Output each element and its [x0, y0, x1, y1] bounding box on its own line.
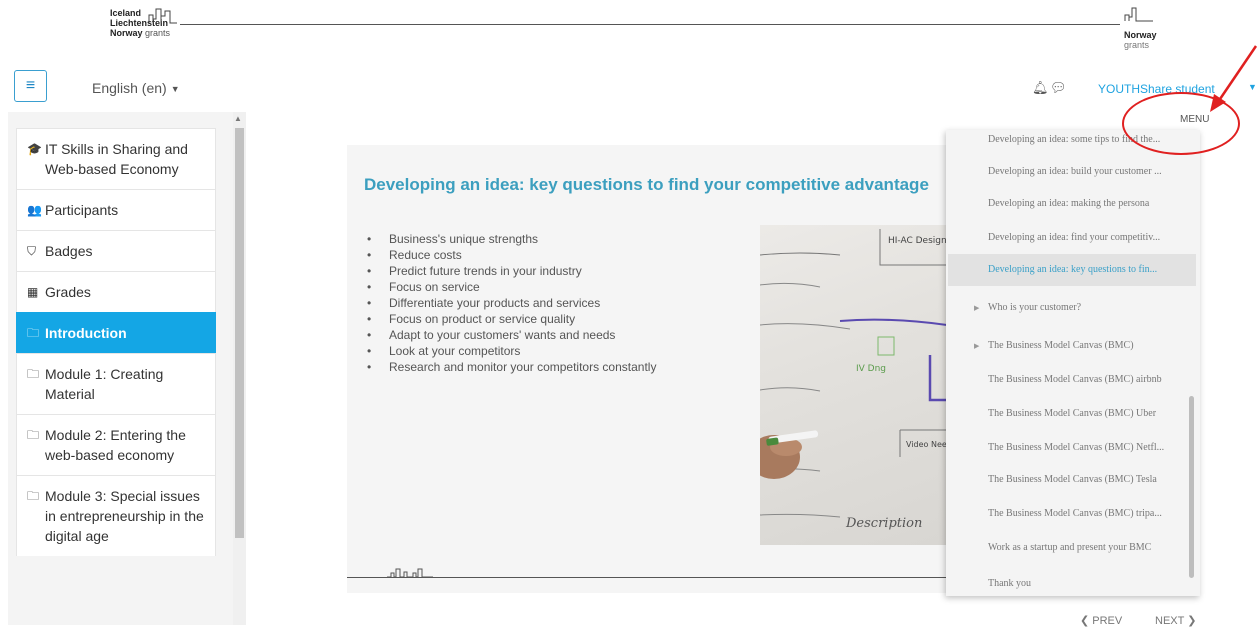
menu-item[interactable]: Work as a startup and present your BMC	[948, 532, 1196, 564]
bullet-item: Adapt to your customers' wants and needs	[367, 327, 656, 343]
menu-item-label: Who is your customer?	[988, 302, 1082, 313]
sidebar-item-introduction[interactable]: 🗀 Introduction	[16, 312, 216, 353]
houses-logo-icon	[148, 8, 177, 24]
prev-button[interactable]: ❮ PREV	[1080, 614, 1122, 627]
sidebar-item-module-2[interactable]: 🗀 Module 2: Entering the web-based econo…	[16, 414, 216, 475]
logo-line-3: Norway	[110, 28, 143, 38]
graduation-cap-icon: 🎓	[27, 142, 42, 156]
norway-grants-logo: Norway grants	[1124, 30, 1157, 50]
messages-chat-icon[interactable]: 💬︎	[1050, 80, 1067, 96]
sidebar-item-participants[interactable]: 👥 Participants	[16, 189, 216, 230]
menu-item[interactable]: Thank you	[948, 568, 1196, 596]
banner-divider	[180, 24, 1120, 25]
sidebar-item-label: Module 2: Entering the web-based economy	[45, 427, 186, 463]
menu-scrollbar-thumb[interactable]	[1189, 396, 1194, 578]
hamburger-menu-button[interactable]: ≡	[14, 70, 47, 102]
course-sidebar: ▲ 🎓 IT Skills in Sharing and Web-based E…	[8, 112, 246, 625]
folder-icon: 🗀	[27, 326, 40, 340]
sidebar-item-label: Module 3: Special issues in entrepreneur…	[45, 488, 204, 544]
sidebar-item-course[interactable]: 🎓 IT Skills in Sharing and Web-based Eco…	[16, 128, 216, 189]
menu-item-active[interactable]: Developing an idea: key questions to fin…	[948, 254, 1196, 286]
bullet-item: Predict future trends in your industry	[367, 263, 656, 279]
norway-logo-title: Norway	[1124, 30, 1157, 40]
norway-logo-sub: grants	[1124, 40, 1150, 50]
houses-logo-icon-right	[1124, 7, 1153, 22]
chevron-right-icon: ❯	[1184, 615, 1197, 627]
menu-item[interactable]: Developing an idea: find your competitiv…	[948, 222, 1196, 254]
bullet-item: Reduce costs	[367, 247, 656, 263]
sidebar-item-label: IT Skills in Sharing and Web-based Econo…	[45, 141, 188, 177]
red-circle-annotation	[1122, 92, 1240, 155]
top-banner: Iceland Liechtenstein Norway grants Norw…	[0, 0, 1258, 62]
folder-icon: 🗀	[27, 367, 40, 381]
bullet-item: Research and monitor your competitors co…	[367, 359, 657, 375]
folder-icon: 🗀	[27, 489, 40, 503]
menu-item-expandable[interactable]: ▶ Who is your customer?	[948, 292, 1196, 324]
menu-item[interactable]: The Business Model Canvas (BMC) Netfl...	[948, 432, 1196, 464]
scroll-up-arrow-icon[interactable]: ▲	[234, 114, 242, 123]
menu-item[interactable]: Developing an idea: making the persona	[948, 188, 1196, 220]
expand-triangle-icon: ▶	[974, 342, 980, 350]
bullet-item: Differentiate your products and services	[367, 295, 656, 311]
whiteboard-text: Video Needs	[906, 440, 947, 449]
bullet-item: Focus on product or service quality	[367, 311, 656, 327]
bullet-item: Focus on service	[367, 279, 656, 295]
shield-icon: ⛉	[27, 244, 37, 258]
sidebar-item-label: Grades	[45, 284, 91, 300]
sidebar-item-label: Badges	[45, 243, 93, 259]
sidebar-item-module-3[interactable]: 🗀 Module 3: Special issues in entreprene…	[16, 475, 216, 556]
next-button[interactable]: NEXT ❯	[1155, 614, 1196, 627]
slide-bullet-list: Business's unique strengths Reduce costs…	[367, 231, 657, 375]
sidebar-item-module-1[interactable]: 🗀 Module 1: Creating Material	[16, 353, 216, 414]
menu-item-expandable[interactable]: ▶ The Business Model Canvas (BMC)	[948, 330, 1196, 362]
logo-suffix: grants	[145, 28, 171, 38]
slide-footer-line	[347, 577, 947, 578]
language-label: English (en)	[92, 80, 167, 96]
bullet-item: Look at your competitors	[367, 343, 656, 359]
users-icon: 👥	[27, 203, 42, 217]
notifications-bell-icon[interactable]: 🔔︎	[1032, 80, 1049, 96]
menu-item[interactable]: The Business Model Canvas (BMC) Tesla	[948, 464, 1196, 496]
menu-item[interactable]: The Business Model Canvas (BMC) airbnb	[948, 364, 1196, 396]
slide-content: Developing an idea: key questions to fin…	[347, 145, 947, 593]
menu-item[interactable]: The Business Model Canvas (BMC) Uber	[948, 398, 1196, 430]
slide-houses-logo-icon	[387, 568, 433, 578]
sidebar-nav-list: 🎓 IT Skills in Sharing and Web-based Eco…	[16, 128, 216, 556]
slide-title: Developing an idea: key questions to fin…	[364, 175, 929, 194]
slide-menu-panel: Developing an idea: some tips to find th…	[946, 130, 1200, 596]
expand-triangle-icon: ▶	[974, 304, 980, 312]
whiteboard-text: HI-AC Design	[888, 236, 947, 246]
menu-item[interactable]: The Business Model Canvas (BMC) tripa...	[948, 498, 1196, 530]
menu-item[interactable]: Developing an idea: build your customer …	[948, 156, 1196, 188]
whiteboard-text: IV Dng	[856, 364, 886, 374]
language-selector[interactable]: English (en) ▼	[92, 80, 180, 96]
menu-item-label: The Business Model Canvas (BMC)	[988, 340, 1134, 351]
next-label: NEXT	[1155, 615, 1185, 627]
sidebar-item-grades[interactable]: ▦ Grades	[16, 271, 216, 312]
bullet-item: Business's unique strengths	[367, 231, 656, 247]
sidebar-item-badges[interactable]: ⛉ Badges	[16, 230, 216, 271]
table-icon: ▦	[27, 285, 39, 299]
whiteboard-text: Description	[845, 516, 922, 531]
whiteboard-drawing: HI-AC Design IV Dng Video Needs Descript…	[760, 229, 947, 531]
folder-icon: 🗀	[27, 428, 40, 442]
whiteboard-photo: HI-AC Design IV Dng Video Needs Descript…	[760, 225, 947, 545]
sidebar-scrollbar-thumb[interactable]	[235, 128, 244, 538]
prev-label: PREV	[1092, 615, 1123, 627]
caret-down-icon: ▼	[170, 84, 180, 95]
hamburger-icon: ≡	[25, 77, 36, 94]
sidebar-item-label: Introduction	[45, 325, 127, 341]
navbar: ≡ English (en) ▼ 🔔︎ 💬︎ YOUTHShare student…	[0, 62, 1258, 112]
chevron-left-icon: ❮	[1080, 615, 1093, 627]
sidebar-item-label: Participants	[45, 202, 119, 218]
sidebar-item-label: Module 1: Creating Material	[45, 366, 164, 402]
